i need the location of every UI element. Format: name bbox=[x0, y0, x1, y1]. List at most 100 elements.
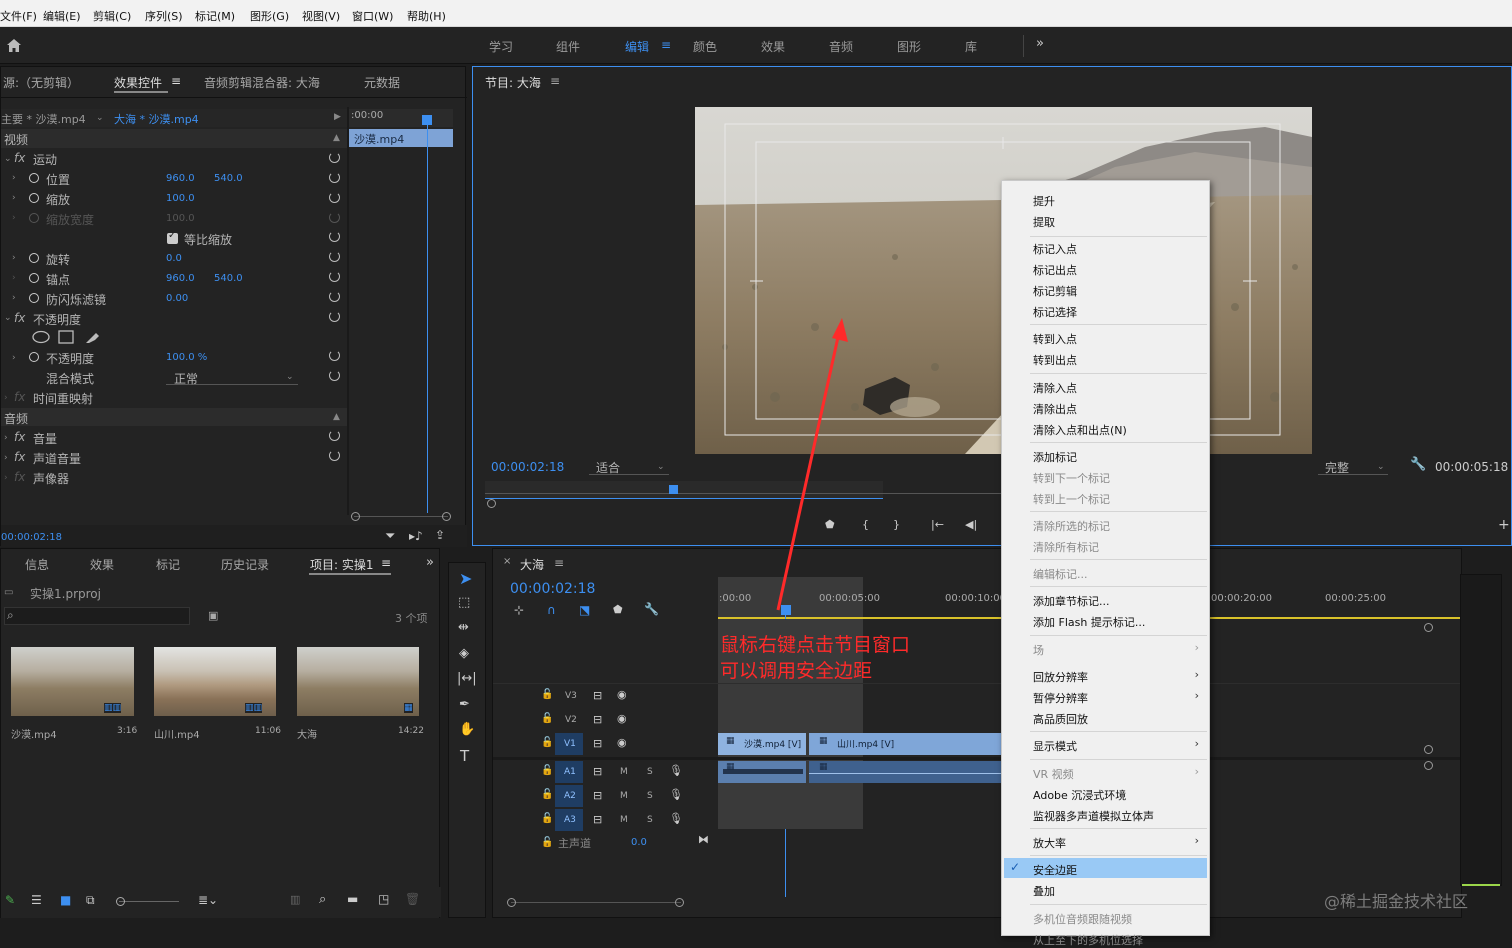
nest-icon[interactable]: ⊹ bbox=[514, 603, 524, 617]
microphone-icon[interactable]: 🎙 bbox=[669, 788, 683, 801]
lock-icon[interactable]: 🔓 bbox=[541, 837, 553, 848]
vscroll-handle[interactable] bbox=[1424, 761, 1433, 770]
rect-mask-icon[interactable] bbox=[58, 330, 74, 344]
microphone-icon[interactable]: 🎙 bbox=[669, 812, 683, 825]
razor-tool-icon[interactable]: ◈ bbox=[459, 646, 469, 661]
project-search-input[interactable] bbox=[4, 607, 190, 625]
stopwatch-icon[interactable] bbox=[29, 173, 39, 183]
expand-chevron-icon[interactable]: ⌄ bbox=[4, 154, 12, 164]
item-name[interactable]: 沙漠.mp4 bbox=[11, 726, 57, 741]
new-bin-icon[interactable]: ▬ bbox=[347, 892, 358, 906]
workspace-color[interactable]: 颜色 bbox=[693, 38, 717, 55]
play-triangle-icon[interactable]: ▶ bbox=[334, 112, 341, 122]
zoom-handle-left[interactable] bbox=[351, 512, 360, 521]
stopwatch-icon[interactable] bbox=[29, 293, 39, 303]
item-name[interactable]: 山川.mp4 bbox=[154, 726, 200, 741]
sync-lock-icon[interactable]: ⊟ bbox=[593, 689, 602, 702]
menu-help[interactable]: 帮助(H) bbox=[407, 8, 446, 24]
pencil-icon[interactable]: ✎ bbox=[5, 893, 15, 907]
panel-menu-icon[interactable]: ≡ bbox=[550, 74, 560, 88]
master-volume[interactable]: 0.0 bbox=[631, 837, 647, 848]
snap-icon[interactable]: ∩ bbox=[547, 603, 556, 617]
context-menu-item[interactable]: VR 视频 bbox=[1033, 766, 1074, 782]
context-menu-item[interactable]: 标记选择 bbox=[1033, 304, 1077, 320]
reset-icon[interactable] bbox=[329, 350, 340, 361]
marker-icon[interactable]: ⬟ bbox=[613, 603, 623, 616]
context-menu-item[interactable]: 监视器多声道模拟立体声 bbox=[1033, 808, 1154, 824]
menu-edit[interactable]: 编辑(E) bbox=[43, 8, 81, 24]
filter-icon[interactable]: ⏷ bbox=[385, 529, 395, 544]
expand-chevron-icon[interactable]: › bbox=[4, 473, 8, 483]
tab-metadata[interactable]: 元数据 bbox=[364, 74, 400, 91]
sync-lock-icon[interactable]: ⊟ bbox=[593, 789, 602, 802]
context-menu-item[interactable]: 标记出点 bbox=[1033, 262, 1077, 278]
go-to-in-icon[interactable]: |← bbox=[931, 518, 944, 531]
mute-button[interactable]: M bbox=[620, 791, 628, 801]
expand-chevron-icon[interactable]: › bbox=[12, 193, 16, 203]
master-clip-label[interactable]: 主要 * 沙漠.mp4 bbox=[1, 111, 86, 127]
workspace-more-icon[interactable]: » bbox=[1036, 36, 1044, 51]
position-y[interactable]: 540.0 bbox=[214, 173, 243, 184]
eye-icon[interactable]: ◉ bbox=[617, 712, 627, 725]
sync-lock-icon[interactable]: ⊟ bbox=[593, 737, 602, 750]
context-menu-item[interactable]: 多机位音频跟随视频 bbox=[1033, 911, 1132, 927]
context-menu-item[interactable]: 转到入点 bbox=[1033, 331, 1077, 347]
collapse-up-icon[interactable]: ▲ bbox=[333, 133, 340, 143]
expand-chevron-icon[interactable]: › bbox=[12, 273, 16, 283]
selection-tool-icon[interactable]: ➤ bbox=[459, 569, 472, 588]
context-menu-item[interactable]: 添加章节标记... bbox=[1033, 593, 1110, 609]
reset-icon[interactable] bbox=[329, 172, 340, 183]
menu-marker[interactable]: 标记(M) bbox=[195, 8, 235, 24]
context-menu-item[interactable]: 标记入点 bbox=[1033, 241, 1077, 257]
export-icon[interactable]: ⇪ bbox=[435, 528, 445, 542]
sync-lock-icon[interactable]: ⊟ bbox=[593, 765, 602, 778]
expand-chevron-icon[interactable]: › bbox=[4, 393, 8, 403]
rotation-value[interactable]: 0.0 bbox=[166, 253, 182, 264]
anchor-y[interactable]: 540.0 bbox=[214, 273, 243, 284]
zoom-track[interactable] bbox=[354, 516, 448, 517]
wrench-icon[interactable]: 🔧 bbox=[644, 602, 659, 616]
expand-chevron-icon[interactable]: ⌄ bbox=[4, 313, 12, 323]
track-select-tool-icon[interactable]: ⬚ bbox=[458, 595, 470, 610]
solo-button[interactable]: S bbox=[647, 791, 653, 801]
sync-lock-icon[interactable]: ⊟ bbox=[593, 713, 602, 726]
track-label[interactable]: V3 bbox=[565, 691, 577, 701]
context-menu-item[interactable]: 标记剪辑 bbox=[1033, 283, 1077, 299]
workspace-effects[interactable]: 效果 bbox=[761, 38, 785, 55]
timeline-timecode[interactable]: 00:00:02:18 bbox=[510, 581, 595, 597]
context-menu-item[interactable]: 放大率 bbox=[1033, 835, 1066, 851]
lock-icon[interactable]: 🔓 bbox=[541, 713, 553, 724]
workspace-libraries[interactable]: 库 bbox=[965, 38, 977, 55]
context-menu-item[interactable]: 编辑标记... bbox=[1033, 566, 1088, 582]
sort-icon[interactable]: ≣⌄ bbox=[198, 893, 218, 907]
expand-chevron-icon[interactable]: › bbox=[12, 213, 16, 223]
workspace-editing[interactable]: 编辑 bbox=[625, 38, 649, 55]
solo-button[interactable]: S bbox=[647, 815, 653, 825]
home-icon[interactable] bbox=[6, 38, 22, 53]
scale-value[interactable]: 100.0 bbox=[166, 193, 195, 204]
expand-chevron-icon[interactable]: › bbox=[4, 453, 8, 463]
tab-source[interactable]: 源:（无剪辑） bbox=[3, 74, 79, 91]
eye-icon[interactable]: ◉ bbox=[617, 688, 627, 701]
program-timecode[interactable]: 00:00:02:18 bbox=[491, 460, 564, 474]
workspace-assembly[interactable]: 组件 bbox=[556, 38, 580, 55]
microphone-icon[interactable]: 🎙 bbox=[669, 764, 683, 777]
lock-icon[interactable]: 🔓 bbox=[541, 813, 553, 824]
stopwatch-icon[interactable] bbox=[29, 273, 39, 283]
context-menu-item[interactable]: 显示模式 bbox=[1033, 738, 1077, 754]
slip-tool-icon[interactable]: |↔| bbox=[457, 671, 477, 686]
menu-graphics[interactable]: 图形(G) bbox=[250, 8, 289, 24]
collapse-up-icon[interactable]: ▲ bbox=[333, 412, 340, 422]
play-audio-icon[interactable]: ▸♪ bbox=[409, 529, 423, 543]
panel-more-icon[interactable]: » bbox=[426, 555, 434, 570]
tab-markers[interactable]: 标记 bbox=[156, 556, 180, 573]
menu-window[interactable]: 窗口(W) bbox=[352, 8, 393, 24]
sequence-clip-label[interactable]: 大海 * 沙漠.mp4 bbox=[114, 111, 199, 127]
context-menu-item[interactable]: 转到下一个标记 bbox=[1033, 470, 1110, 486]
reset-icon[interactable] bbox=[329, 311, 340, 322]
menu-sequence[interactable]: 序列(S) bbox=[145, 8, 183, 24]
track-label[interactable]: A2 bbox=[564, 791, 576, 801]
new-bin-icon[interactable]: ▣ bbox=[208, 609, 218, 622]
reset-icon[interactable] bbox=[329, 231, 340, 242]
wrench-icon[interactable]: 🔧 bbox=[1410, 457, 1426, 472]
